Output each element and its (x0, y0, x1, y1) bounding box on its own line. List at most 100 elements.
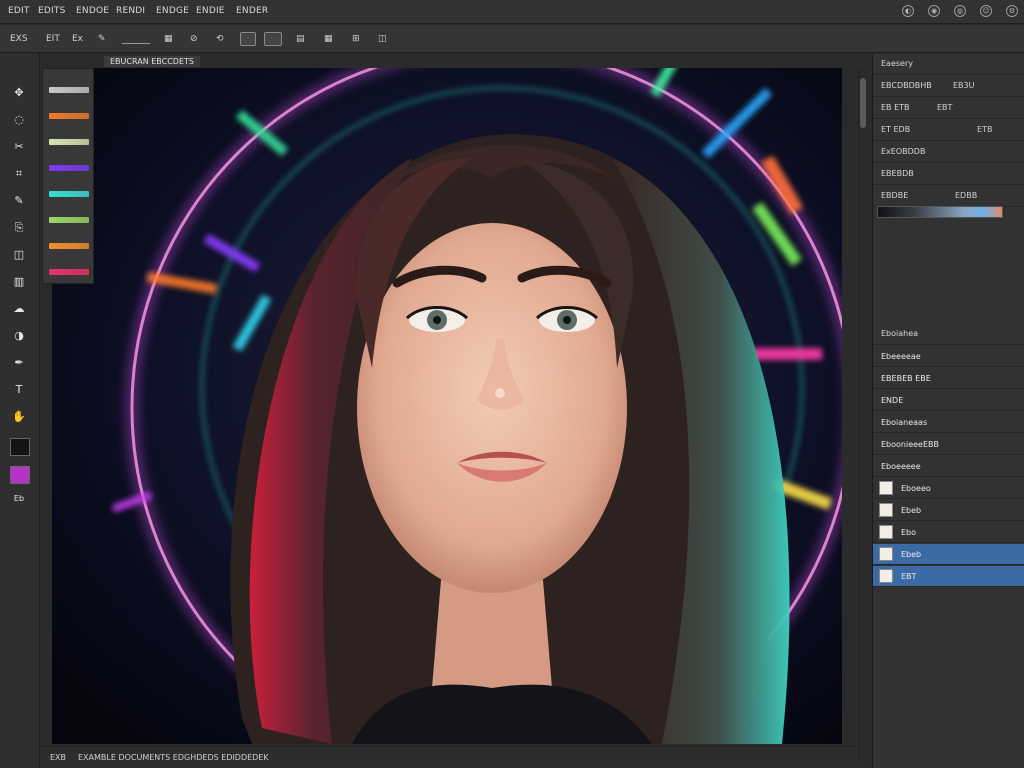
layer-name: EBT (901, 572, 917, 581)
gradient-preview[interactable] (877, 206, 1003, 218)
option-toggle-0[interactable] (240, 32, 256, 46)
canvas[interactable] (52, 68, 842, 744)
size-field[interactable] (122, 34, 150, 44)
layers-title: Eboiahea (881, 329, 919, 338)
gradient-preset-1[interactable] (49, 113, 89, 119)
eraser-tool-icon[interactable]: ◫ (9, 246, 29, 264)
property-label-0: EBCDBDBHB (881, 81, 932, 90)
menu-bar: EDIT EDITS ENDOE RENDI ENDGE ENDIE ENDER… (0, 0, 1024, 24)
properties-panel: Eaesery EBCDBDBHB EB3U EB ETB EBT ET EDB… (872, 54, 1024, 768)
property-label-3: ExEOBDDB (881, 147, 926, 156)
gradient-preset-5[interactable] (49, 217, 89, 223)
gradient-preset-4[interactable] (49, 191, 89, 197)
window-control-4-icon[interactable]: ⚙ (1006, 5, 1018, 17)
option-3[interactable]: ✎ (98, 31, 106, 47)
layer-name: EBEBEB EBE (881, 374, 931, 383)
gradient-tool-icon[interactable]: ▥ (9, 273, 29, 291)
blur-tool-icon[interactable]: ☁ (9, 300, 29, 318)
layer-name: EboonieeeEBB (881, 440, 940, 449)
clone-tool-icon[interactable]: ⎘ (9, 219, 29, 237)
window-control-3-icon[interactable]: ☺ (980, 5, 992, 17)
property-label-4: EBEBDB (881, 169, 914, 178)
menu-item-2[interactable]: ENDOE (76, 6, 109, 16)
layer-row[interactable]: EBEBEB EBE (873, 368, 1024, 389)
menu-item-1[interactable]: EDITS (38, 6, 65, 16)
pen-tool-icon[interactable]: ✒ (9, 354, 29, 372)
layer-thumbnail (879, 569, 893, 583)
property-row-5[interactable]: EBDBE EDBB (873, 186, 1024, 207)
layers-header: Eboiahea (873, 324, 1024, 345)
property-row-4[interactable]: EBEBDB (873, 164, 1024, 185)
zoom-level[interactable]: EXB (50, 753, 66, 762)
option-10[interactable]: ◫ (378, 31, 387, 47)
layer-row[interactable]: Ebeb (873, 500, 1024, 521)
layer-name: Eboeeeee (881, 462, 921, 471)
panel-title: Eaesery (881, 59, 913, 68)
gradient-preset-2[interactable] (49, 139, 89, 145)
option-6[interactable]: ⟲ (216, 31, 224, 47)
option-toggle-1[interactable] (264, 32, 282, 46)
property-value-2[interactable]: ETB (977, 125, 992, 134)
lasso-tool-icon[interactable]: ✂ (9, 138, 29, 156)
property-row-2[interactable]: ET EDB ETB (873, 120, 1024, 141)
layer-thumbnail (879, 525, 893, 539)
layer-name: ENDE (881, 396, 904, 405)
window-control-1-icon[interactable]: ◉ (928, 5, 940, 17)
menu-item-4[interactable]: ENDGE (156, 6, 189, 16)
menu-item-5[interactable]: ENDIE (196, 6, 225, 16)
portrait-artwork (52, 68, 842, 744)
window-control-2-icon[interactable]: ◍ (954, 5, 966, 17)
menu-item-6[interactable]: ENDER (236, 6, 268, 16)
crop-tool-icon[interactable]: ⌗ (9, 165, 29, 183)
property-value-1[interactable]: EBT (937, 103, 952, 112)
property-row-1[interactable]: EB ETB EBT (873, 98, 1024, 119)
option-7[interactable]: ▤ (296, 31, 305, 47)
layer-row[interactable]: Eboeeo (873, 478, 1024, 499)
layer-thumbnail (879, 503, 893, 517)
text-tool-icon[interactable]: T (9, 381, 29, 399)
option-4[interactable]: ▦ (164, 31, 173, 47)
vertical-scrollbar[interactable] (858, 68, 867, 758)
property-value-0[interactable]: EB3U (953, 81, 975, 90)
property-label-1: EB ETB (881, 103, 910, 112)
scrollbar-thumb[interactable] (860, 78, 866, 128)
layer-row[interactable]: Eboianeaas (873, 412, 1024, 433)
layer-row[interactable]: Ebeeeeae (873, 346, 1024, 367)
option-1[interactable]: EIT (46, 31, 60, 47)
gradient-preset-6[interactable] (49, 243, 89, 249)
gradient-presets-panel (42, 68, 94, 284)
property-row-0[interactable]: EBCDBDBHB EB3U (873, 76, 1024, 97)
layer-row[interactable]: EboonieeeEBB (873, 434, 1024, 455)
background-color-swatch[interactable] (10, 438, 30, 456)
layer-row[interactable]: Ebeb (873, 544, 1024, 565)
status-info: EXAMBLE DOCUMENTS EDGHDEDS EDIDDEDEK (78, 753, 269, 762)
foreground-color-swatch[interactable] (10, 466, 30, 484)
hand-tool-icon[interactable]: ✋ (9, 408, 29, 426)
gradient-preset-0[interactable] (49, 87, 89, 93)
quick-mask-button[interactable]: Eb (9, 490, 29, 508)
layer-row[interactable]: ENDE (873, 390, 1024, 411)
document-tab-bar: EBUCRAN EBCCDETS (42, 54, 850, 68)
move-tool-icon[interactable]: ✥ (9, 84, 29, 102)
menu-item-3[interactable]: RENDI (116, 6, 145, 16)
marquee-tool-icon[interactable]: ◌ (9, 111, 29, 129)
layer-name: Eboeeo (901, 484, 931, 493)
layer-row[interactable]: Ebo (873, 522, 1024, 543)
option-5[interactable]: ⊘ (190, 31, 198, 47)
option-2[interactable]: Ex (72, 31, 83, 47)
menu-item-0[interactable]: EDIT (8, 6, 30, 16)
option-9[interactable]: ⊞ (352, 31, 360, 47)
gradient-preset-7[interactable] (49, 269, 89, 275)
option-8[interactable]: ▦ (324, 31, 333, 47)
property-row-3[interactable]: ExEOBDDB (873, 142, 1024, 163)
window-control-0-icon[interactable]: ◐ (902, 5, 914, 17)
brush-tool-icon[interactable]: ✎ (9, 192, 29, 210)
layer-row[interactable]: EBT (873, 566, 1024, 587)
gradient-preset-3[interactable] (49, 165, 89, 171)
property-value-5[interactable]: EDBB (955, 191, 977, 200)
layer-name: Eboianeaas (881, 418, 928, 427)
document-tab[interactable]: EBUCRAN EBCCDETS (104, 56, 200, 67)
dodge-tool-icon[interactable]: ◑ (9, 327, 29, 345)
layer-row[interactable]: Eboeeeee (873, 456, 1024, 477)
option-0[interactable]: EXS (10, 31, 28, 47)
